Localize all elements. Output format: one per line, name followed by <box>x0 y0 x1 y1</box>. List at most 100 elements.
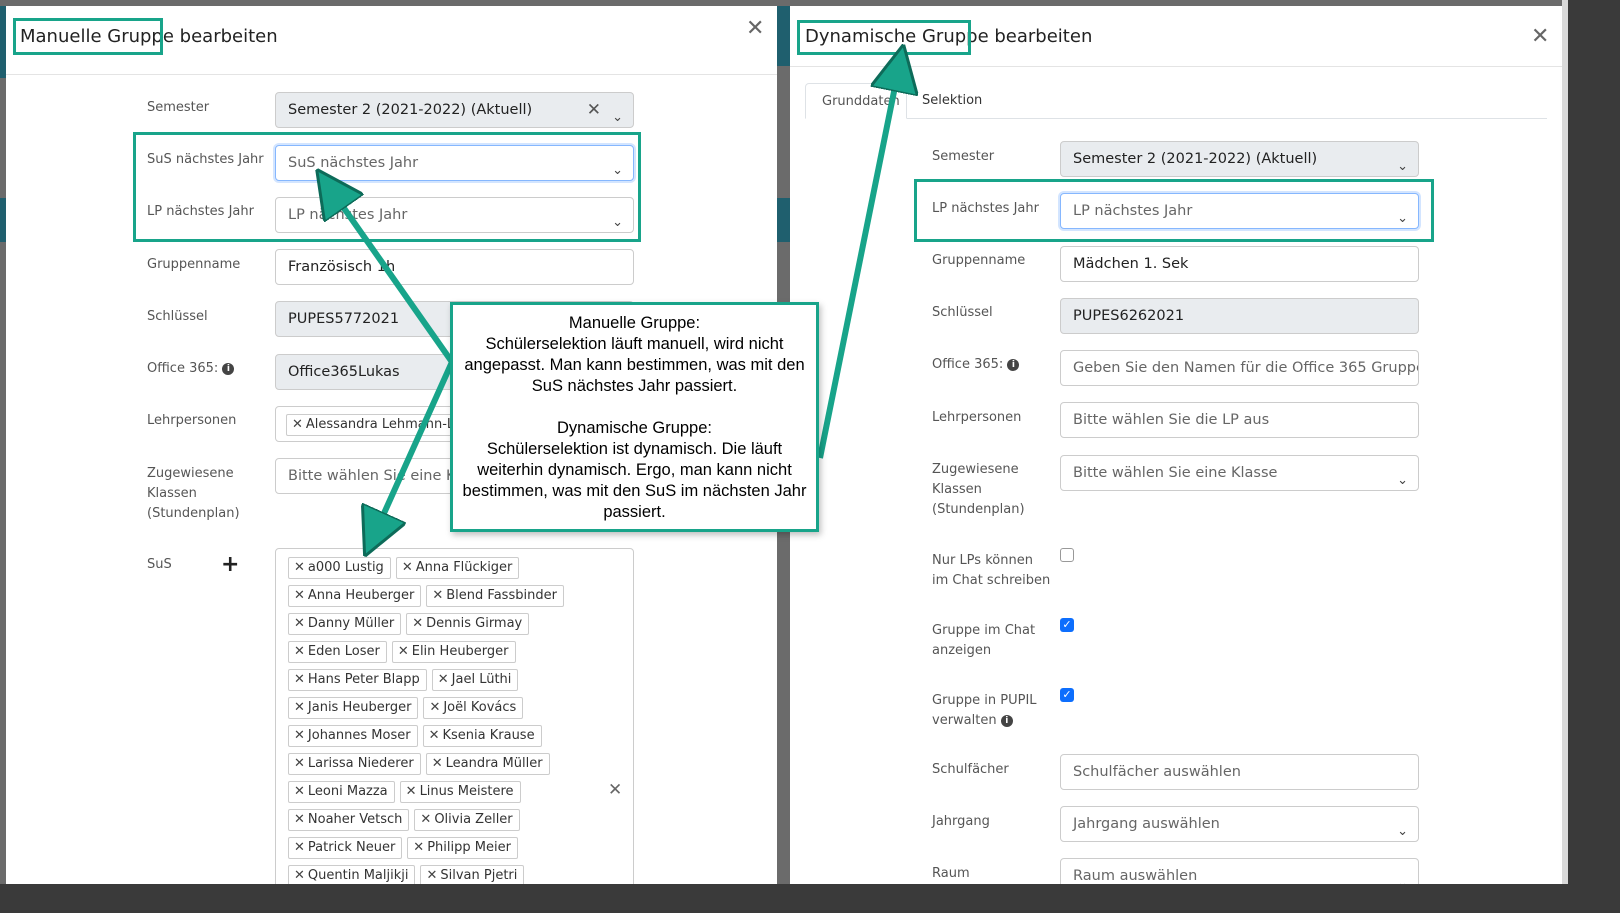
tab-selektion[interactable]: Selektion <box>906 83 998 119</box>
info-icon[interactable]: i <box>1000 714 1013 727</box>
student-chip[interactable]: ✕ Larissa Niederer <box>288 753 421 775</box>
info-icon[interactable]: i <box>222 362 235 375</box>
student-chip[interactable]: ✕ a000 Lustig <box>288 557 391 579</box>
only-lp-chat-checkbox[interactable] <box>1060 548 1074 562</box>
student-chip[interactable]: ✕ Ksenia Krause <box>422 725 542 747</box>
student-chip[interactable]: ✕ Noaher Vetsch <box>288 809 410 831</box>
office365-input[interactable]: Geben Sie den Namen für die Office 365 G… <box>1060 350 1419 386</box>
remove-icon[interactable]: ✕ <box>294 644 305 659</box>
remove-icon[interactable]: ✕ <box>294 756 305 771</box>
modal-title-rest: bearbeiten <box>988 26 1093 47</box>
teacher-chip[interactable]: ✕ Alessandra Lehmann-L <box>286 414 462 436</box>
remove-icon[interactable]: ✕ <box>438 672 449 687</box>
classes-label-line: Zugewiesene <box>147 466 234 481</box>
student-chip[interactable]: ✕ Leandra Müller <box>425 753 550 775</box>
student-chip[interactable]: ✕ Silvan Pjetri <box>420 865 525 884</box>
remove-icon[interactable]: ✕ <box>294 840 305 855</box>
tab-grunddaten[interactable]: Grunddaten <box>805 83 907 119</box>
student-chip[interactable]: ✕ Quentin Maljikji <box>288 865 416 884</box>
student-chip[interactable]: ✕ Linus Meistere <box>399 781 521 803</box>
only-lp-chat-label-line: im Chat schreiben <box>932 573 1051 588</box>
show-in-chat-checkbox[interactable]: ✓ <box>1060 618 1074 632</box>
student-chip[interactable]: ✕ Anna Heuberger <box>288 585 422 607</box>
modal-title: Manuelle Gruppe bearbeiten <box>20 26 278 47</box>
remove-icon[interactable]: ✕ <box>432 588 443 603</box>
room-select[interactable]: Raum auswählen ⌄ <box>1060 858 1419 884</box>
remove-icon[interactable]: ✕ <box>294 588 305 603</box>
student-chip[interactable]: ✕ Philipp Meier <box>407 837 518 859</box>
semester-value: Semester 2 (2021-2022) (Aktuell) <box>1073 151 1318 167</box>
student-chip-label: Blend Fassbinder <box>446 588 557 603</box>
student-chip-row: ✕ Patrick Neuer ✕ Philipp Meier <box>288 834 623 862</box>
student-chip[interactable]: ✕ Patrick Neuer <box>288 837 403 859</box>
remove-icon[interactable]: ✕ <box>294 700 305 715</box>
subjects-label: Schulfächer <box>932 762 1009 777</box>
student-chip[interactable]: ✕ Anna Flückiger <box>395 557 520 579</box>
student-chip[interactable]: ✕ Janis Heuberger <box>288 697 419 719</box>
student-chip[interactable]: ✕ Olivia Zeller <box>414 809 520 831</box>
remove-icon[interactable]: ✕ <box>294 560 305 575</box>
student-chip[interactable]: ✕ Dennis Girmay <box>406 613 530 635</box>
chevron-down-icon[interactable]: ⌄ <box>612 154 623 180</box>
chevron-down-icon[interactable]: ⌄ <box>1397 150 1408 176</box>
student-chip-row: ✕ Eden Loser ✕ Elin Heuberger <box>288 638 623 666</box>
close-icon[interactable]: ✕ <box>1531 26 1549 48</box>
remove-icon[interactable]: ✕ <box>429 700 440 715</box>
remove-icon[interactable]: ✕ <box>294 616 305 631</box>
student-chip[interactable]: ✕ Blend Fassbinder <box>426 585 564 607</box>
remove-icon[interactable]: ✕ <box>432 756 443 771</box>
remove-icon[interactable]: ✕ <box>292 417 303 432</box>
remove-icon[interactable]: ✕ <box>406 784 417 799</box>
semester-select[interactable]: Semester 2 (2021-2022) (Aktuell) ✕ ⌄ <box>275 92 634 128</box>
close-icon[interactable]: ✕ <box>746 18 764 40</box>
semester-select[interactable]: Semester 2 (2021-2022) (Aktuell) ⌄ <box>1060 141 1419 177</box>
show-in-chat-label: Gruppe im Chat anzeigen <box>932 621 1035 661</box>
year-placeholder: Jahrgang auswählen <box>1073 816 1220 832</box>
chevron-down-icon[interactable]: ⌄ <box>1397 202 1408 228</box>
groupname-input[interactable]: Mädchen 1. Sek <box>1060 246 1419 282</box>
remove-icon[interactable]: ✕ <box>412 616 423 631</box>
remove-icon[interactable]: ✕ <box>402 560 413 575</box>
student-chip-label: Noaher Vetsch <box>307 812 403 827</box>
remove-icon[interactable]: ✕ <box>294 812 305 827</box>
teachers-select[interactable]: Bitte wählen Sie die LP aus <box>1060 402 1419 438</box>
student-chip[interactable]: ✕ Eden Loser <box>288 641 387 663</box>
subjects-select[interactable]: Schulfächer auswählen <box>1060 754 1419 790</box>
student-chip[interactable]: ✕ Leoni Mazza <box>288 781 395 803</box>
lp-next-year-select[interactable]: LP nächstes Jahr ⌄ <box>275 197 634 233</box>
manage-in-pupil-checkbox[interactable]: ✓ <box>1060 688 1074 702</box>
chevron-down-icon[interactable]: ⌄ <box>1397 464 1408 490</box>
remove-icon[interactable]: ✕ <box>294 728 305 743</box>
remove-icon[interactable]: ✕ <box>429 728 440 743</box>
student-chip[interactable]: ✕ Joël Kovács <box>423 697 524 719</box>
chevron-down-icon[interactable]: ⌄ <box>612 101 623 127</box>
student-chip-row: ✕ Quentin Maljikji ✕ Silvan Pjetri <box>288 862 623 884</box>
remove-icon[interactable]: ✕ <box>420 812 431 827</box>
year-select[interactable]: Jahrgang auswählen ⌄ <box>1060 806 1419 842</box>
sus-next-year-select[interactable]: SuS nächstes Jahr ⌄ <box>275 145 634 181</box>
student-chip[interactable]: ✕ Johannes Moser <box>288 725 418 747</box>
scrollbar[interactable] <box>1562 0 1568 884</box>
info-icon[interactable]: i <box>1007 358 1020 371</box>
chevron-down-icon[interactable]: ⌄ <box>1397 867 1408 884</box>
chevron-down-icon[interactable]: ⌄ <box>612 206 623 232</box>
lp-next-year-select[interactable]: LP nächstes Jahr ⌄ <box>1060 193 1419 229</box>
groupname-input[interactable]: Französisch 1h <box>275 249 634 285</box>
remove-icon[interactable]: ✕ <box>426 868 437 883</box>
students-multiselect[interactable]: ✕ a000 Lustig ✕ Anna Flückiger ✕ Anna Heuberg… <box>275 548 634 884</box>
student-chip[interactable]: ✕ Hans Peter Blapp <box>288 669 427 691</box>
remove-icon[interactable]: ✕ <box>294 784 305 799</box>
add-icon[interactable]: + <box>221 552 239 577</box>
student-chip[interactable]: ✕ Elin Heuberger <box>391 641 516 663</box>
only-lp-chat-label: Nur LPs können im Chat schreiben <box>932 551 1050 591</box>
remove-icon[interactable]: ✕ <box>294 672 305 687</box>
student-chip[interactable]: ✕ Jael Lüthi <box>431 669 519 691</box>
remove-icon[interactable]: ✕ <box>413 840 424 855</box>
classes-select[interactable]: Bitte wählen Sie eine Klasse ⌄ <box>1060 455 1419 491</box>
chevron-down-icon[interactable]: ⌄ <box>1397 815 1408 841</box>
student-chip-row: ✕ a000 Lustig ✕ Anna Flückiger <box>288 554 623 582</box>
remove-icon[interactable]: ✕ <box>294 868 305 883</box>
clear-icon[interactable]: ✕ <box>587 93 601 127</box>
student-chip[interactable]: ✕ Danny Müller <box>288 613 402 635</box>
remove-icon[interactable]: ✕ <box>398 644 409 659</box>
